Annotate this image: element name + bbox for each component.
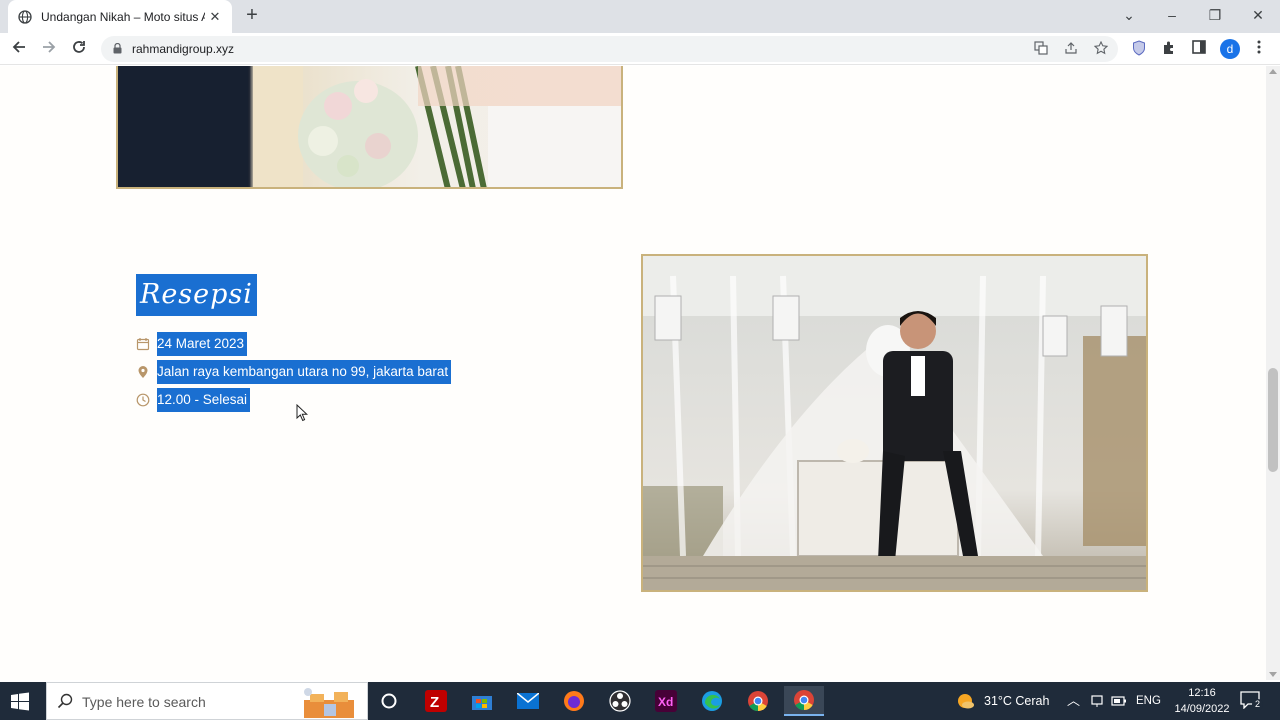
- svg-text:Z: Z: [430, 694, 439, 711]
- back-icon[interactable]: [9, 39, 29, 59]
- page-scrollbar[interactable]: [1266, 66, 1280, 680]
- browser-tabstrip: Undangan Nikah – Moto situs Anda ✕ + ⌄ –…: [0, 0, 1280, 33]
- minimize-button[interactable]: –: [1157, 5, 1187, 25]
- clock-icon: [136, 393, 150, 407]
- taskbar-adobe-xd-icon[interactable]: Xd: [646, 686, 686, 716]
- notification-center-icon[interactable]: 2: [1240, 691, 1263, 711]
- taskbar-search-box[interactable]: Type here to search: [46, 682, 368, 720]
- reception-time-row: 12.00 - Selesai: [136, 387, 251, 413]
- clock-date: 14/09/2022: [1174, 703, 1230, 715]
- search-icon: [57, 693, 73, 709]
- lock-icon: [113, 43, 122, 54]
- address-bar[interactable]: rahmandigroup.xyz: [101, 36, 1118, 62]
- profile-avatar[interactable]: d: [1220, 39, 1240, 59]
- reception-address-row: Jalan raya kembangan utara no 99, jakart…: [136, 359, 452, 385]
- taskbar-mail-icon[interactable]: [508, 686, 548, 716]
- browser-toolbar: rahmandigroup.xyz d: [0, 33, 1280, 65]
- shield-extension-icon[interactable]: [1130, 40, 1148, 58]
- new-tab-button[interactable]: +: [242, 5, 262, 26]
- windows-taskbar: Type here to search Z Xd 31°C Cerah ︿ EN…: [0, 682, 1280, 720]
- clock-time: 12:16: [1188, 687, 1216, 699]
- share-icon[interactable]: [1063, 41, 1079, 57]
- mouse-cursor-icon: [296, 404, 308, 422]
- globe-icon: [18, 9, 32, 24]
- taskbar-filezilla-icon[interactable]: Z: [416, 686, 456, 716]
- page-viewport: Resepsi 24 Maret 2023 Jalan raya kembang…: [0, 66, 1266, 680]
- taskbar-chrome-icon[interactable]: [738, 686, 778, 716]
- browser-tab[interactable]: Undangan Nikah – Moto situs Anda ✕: [8, 0, 232, 33]
- reception-date: 24 Maret 2023: [157, 332, 248, 356]
- tray-battery-icon[interactable]: [1111, 695, 1127, 707]
- reception-address: Jalan raya kembangan utara no 99, jakart…: [157, 360, 452, 384]
- taskbar-chrome-active-icon[interactable]: [784, 686, 824, 716]
- search-highlight-illustration-icon: [304, 688, 354, 718]
- tab-close-icon[interactable]: ✕: [207, 9, 223, 25]
- tray-chevron-up-icon[interactable]: ︿: [1067, 682, 1080, 720]
- taskbar-store-icon[interactable]: [462, 686, 502, 716]
- taskbar-obs-icon[interactable]: [600, 686, 640, 716]
- reception-date-row: 24 Maret 2023: [136, 331, 248, 357]
- map-pin-icon: [138, 366, 148, 378]
- url-text: rahmandigroup.xyz: [132, 42, 235, 56]
- svg-text:Xd: Xd: [658, 695, 673, 709]
- couple-photo: [641, 254, 1148, 592]
- side-panel-icon[interactable]: [1190, 40, 1208, 58]
- reception-title: Resepsi: [136, 274, 257, 316]
- tab-search-dropdown-icon[interactable]: ⌄: [1114, 5, 1144, 25]
- search-placeholder: Type here to search: [82, 694, 206, 710]
- tray-network-icon[interactable]: [1091, 695, 1103, 707]
- restore-button[interactable]: ❐: [1200, 5, 1230, 25]
- wedding-bouquet-photo: [116, 66, 623, 189]
- translate-icon[interactable]: [1033, 41, 1049, 57]
- taskbar-edge-icon[interactable]: [692, 686, 732, 716]
- forward-icon[interactable]: [39, 39, 59, 59]
- tab-title: Undangan Nikah – Moto situs Anda: [41, 9, 205, 24]
- language-indicator[interactable]: ENG: [1136, 682, 1161, 720]
- reception-time: 12.00 - Selesai: [157, 388, 251, 412]
- calendar-icon: [136, 338, 150, 351]
- scroll-thumb[interactable]: [1268, 368, 1278, 472]
- bookmark-star-icon[interactable]: [1093, 40, 1109, 57]
- weather-sun-icon[interactable]: [955, 691, 975, 711]
- windows-start-icon[interactable]: [10, 692, 30, 712]
- browser-menu-icon[interactable]: [1250, 40, 1268, 58]
- taskbar-firefox-icon[interactable]: [554, 686, 594, 716]
- extensions-puzzle-icon[interactable]: [1160, 40, 1178, 58]
- scroll-down-arrow-icon[interactable]: [1269, 672, 1277, 677]
- notification-count-badge: 2: [1252, 699, 1263, 710]
- reload-icon[interactable]: [69, 39, 89, 59]
- scroll-up-arrow-icon[interactable]: [1269, 69, 1277, 74]
- weather-text[interactable]: 31°C Cerah: [984, 682, 1049, 720]
- close-window-button[interactable]: ✕: [1243, 5, 1273, 25]
- taskbar-clock[interactable]: 12:16 14/09/2022: [1168, 685, 1236, 717]
- taskbar-cortana-icon[interactable]: [369, 686, 409, 716]
